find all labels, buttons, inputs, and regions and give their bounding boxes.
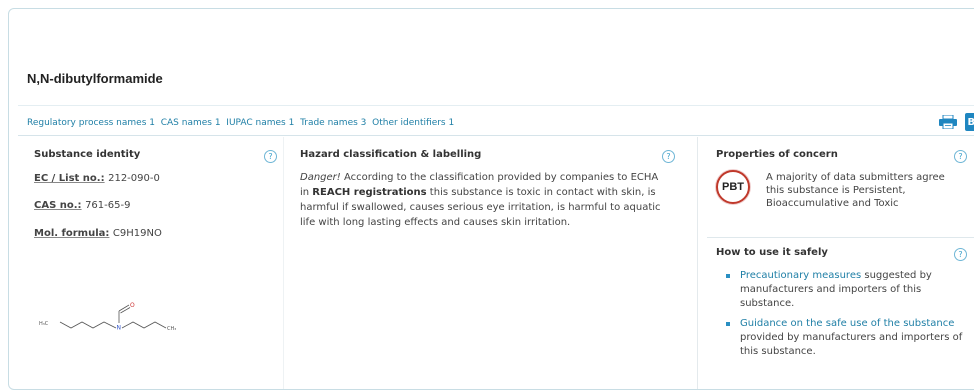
substance-infocard: RS N,N-dibutylformamide Regulatory proce…	[8, 8, 974, 390]
pbt-badge-icon: PBT	[716, 170, 750, 204]
structure-nitrogen: N	[117, 325, 122, 332]
hazard-signal-word: Danger!	[300, 172, 341, 183]
divider	[18, 135, 974, 136]
bullet-icon	[726, 322, 730, 326]
substance-identity-title: Substance identity	[34, 149, 141, 160]
link-iupac-names[interactable]: IUPAC names 1	[226, 118, 294, 128]
mol-formula-field: Mol. formula: C9H19NO	[34, 226, 162, 239]
link-cas-names[interactable]: CAS names 1	[161, 118, 221, 128]
pbt-description: A majority of data submitters agree this…	[766, 172, 945, 209]
help-icon[interactable]: ?	[954, 248, 967, 261]
structure-oxygen: O	[130, 302, 135, 309]
safe-use-list: Precautionary measures suggested by manu…	[716, 269, 974, 365]
link-other-identifiers[interactable]: Other identifiers 1	[372, 118, 454, 128]
cas-number-field: CAS no.: 761-65-9	[34, 198, 130, 211]
substance-title: N,N-dibutylformamide	[27, 71, 163, 86]
printer-icon[interactable]	[939, 114, 957, 130]
hazard-title: Hazard classification & labelling	[300, 149, 482, 160]
cas-number-value: 761-65-9	[85, 200, 131, 211]
structure-ch3-right: CH₃	[167, 326, 176, 332]
structure-ch3-left: H₃C	[39, 321, 49, 327]
help-icon[interactable]: ?	[264, 150, 277, 163]
precautionary-measures-link[interactable]: Precautionary measures	[740, 270, 861, 281]
ec-number-label[interactable]: EC / List no.:	[34, 173, 105, 184]
mol-formula-value: C9H19NO	[112, 228, 162, 239]
how-to-use-safely-title: How to use it safely	[716, 247, 828, 258]
reach-registrations-term: REACH registrations	[312, 187, 427, 198]
name-links-bar: Regulatory process names 1 CAS names 1 I…	[27, 118, 454, 128]
hazard-classification-section: Hazard classification & labelling ? Dang…	[283, 137, 697, 389]
properties-of-concern-title: Properties of concern	[716, 149, 838, 160]
list-item-text: provided by manufacturers and importers …	[740, 332, 963, 357]
help-icon[interactable]: ?	[954, 150, 967, 163]
ec-number-field: EC / List no.: 212-090-0	[34, 171, 160, 184]
mol-formula-label[interactable]: Mol. formula:	[34, 228, 109, 239]
ec-number-value: 212-090-0	[108, 173, 160, 184]
list-item: Precautionary measures suggested by manu…	[716, 269, 974, 311]
link-trade-names[interactable]: Trade names 3	[300, 118, 366, 128]
brief-profile-label: BP	[967, 116, 974, 128]
link-regulatory-process-names[interactable]: Regulatory process names 1	[27, 118, 155, 128]
cas-number-label[interactable]: CAS no.:	[34, 200, 82, 211]
hazard-description: Danger! According to the classification …	[300, 170, 670, 230]
brief-profile-icon[interactable]: BP	[965, 113, 974, 131]
help-icon[interactable]: ?	[662, 150, 675, 163]
substance-identity-section: Substance identity ? EC / List no.: 212-…	[18, 137, 283, 389]
molecular-structure-image: H₃C CH₃ N O	[39, 302, 176, 332]
tool-icons: BP	[939, 113, 974, 131]
properties-section: Properties of concern ? PBT A majority o…	[697, 137, 974, 389]
divider	[707, 237, 974, 238]
safe-use-guidance-link[interactable]: Guidance on the safe use of the substanc…	[740, 318, 954, 329]
divider	[18, 105, 974, 106]
bullet-icon	[726, 274, 730, 278]
list-item: Guidance on the safe use of the substanc…	[716, 317, 974, 359]
